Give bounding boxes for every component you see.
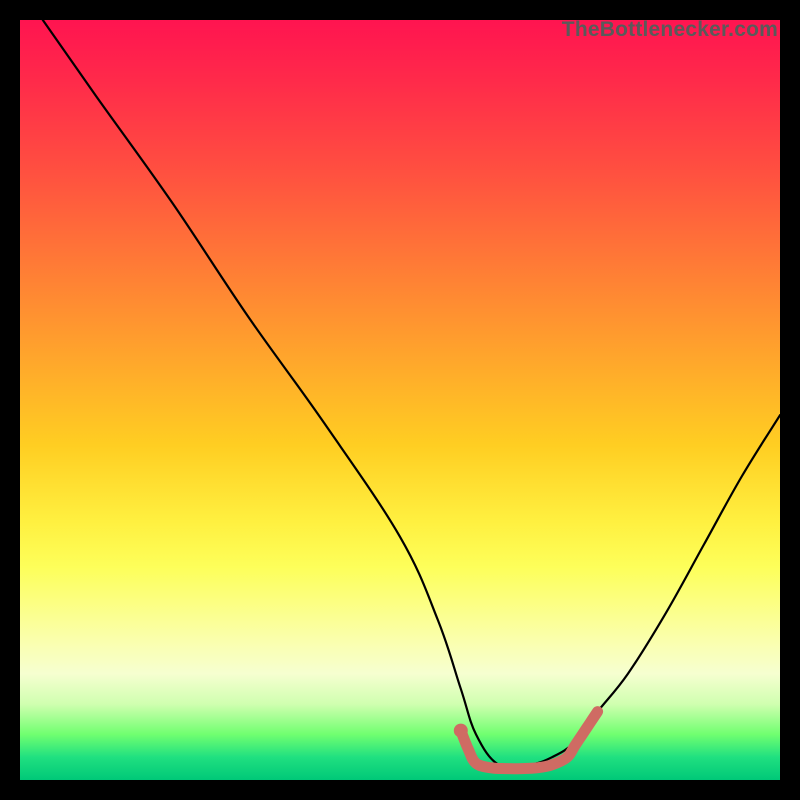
watermark: TheBottleneсker.com	[562, 18, 778, 42]
chart-container: TheBottleneсker.com	[0, 0, 800, 800]
plot-area	[20, 20, 780, 780]
